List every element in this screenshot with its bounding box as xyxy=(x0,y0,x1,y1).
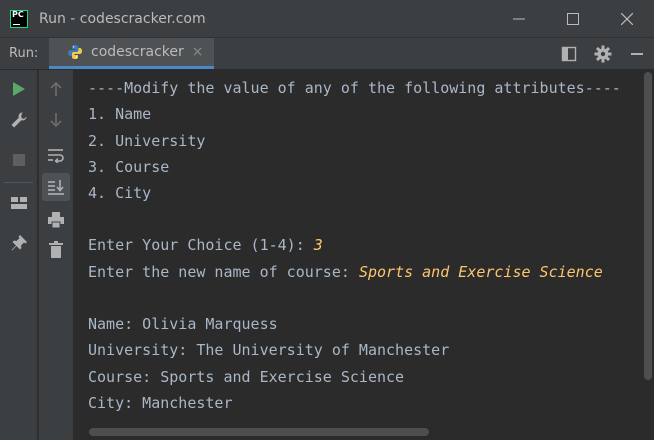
hide-panel-button[interactable] xyxy=(628,45,646,63)
print-icon xyxy=(48,212,64,229)
console-line: 1. Name xyxy=(88,105,152,123)
restore-layout-button[interactable] xyxy=(6,190,32,216)
tab-close-icon[interactable]: × xyxy=(192,44,204,60)
close-window-button[interactable] xyxy=(600,0,654,37)
python-icon xyxy=(68,45,82,59)
scroll-to-end-icon xyxy=(48,180,64,195)
user-input-value: Sports and Exercise Science xyxy=(358,263,603,281)
layout-icon xyxy=(11,197,27,209)
console-output[interactable]: ----Modify the value of any of the follo… xyxy=(73,70,641,440)
run-panel-header: Run: codescracker × xyxy=(0,38,654,70)
run-tab-codescracker[interactable]: codescracker × xyxy=(49,38,214,69)
window-title: Run - codescracker.com xyxy=(39,10,206,27)
edit-config-button[interactable] xyxy=(6,107,32,133)
run-icon xyxy=(13,82,25,96)
scroll-down-button[interactable] xyxy=(43,107,69,133)
console-line: City: Manchester xyxy=(88,394,233,412)
stop-icon xyxy=(13,154,25,166)
minimize-icon xyxy=(631,52,643,55)
run-panel-tools xyxy=(560,38,654,69)
console-line: 3. Course xyxy=(88,158,170,176)
pin-tab-button[interactable] xyxy=(6,230,32,256)
up-arrow-icon xyxy=(50,81,62,96)
user-input-value: 3 xyxy=(313,236,323,254)
print-button[interactable] xyxy=(43,207,69,233)
down-arrow-icon xyxy=(50,113,62,128)
run-left-toolbar xyxy=(0,70,37,440)
console-line: Course: Sports and Exercise Science xyxy=(88,368,405,386)
trash-icon xyxy=(49,241,63,258)
maximize-icon xyxy=(567,12,579,25)
console-toolbar xyxy=(38,70,73,440)
console-line: Name: Olivia Marquess xyxy=(88,315,278,333)
close-icon xyxy=(621,12,633,25)
soft-wrap-button[interactable] xyxy=(43,142,69,168)
window-controls xyxy=(492,0,654,37)
maximize-window-button[interactable] xyxy=(546,0,600,37)
stop-button[interactable] xyxy=(6,147,32,173)
vertical-scroll-thumb[interactable] xyxy=(644,72,652,380)
scroll-up-button[interactable] xyxy=(43,76,69,102)
console-line: ----Modify the value of any of the follo… xyxy=(88,79,621,97)
console-line: Enter Your Choice (1-4): 3 xyxy=(88,236,323,254)
scroll-to-end-button[interactable] xyxy=(42,173,70,201)
minimize-icon xyxy=(513,18,525,19)
pycharm-logo-icon xyxy=(10,9,28,28)
console-line: 2. University xyxy=(88,132,206,150)
console-line: University: The University of Manchester xyxy=(88,341,450,359)
title-bar: Run - codescracker.com xyxy=(0,0,654,38)
wrench-icon xyxy=(11,112,27,128)
run-tab-label: codescracker xyxy=(91,44,184,60)
rerun-button[interactable] xyxy=(6,76,32,102)
settings-button[interactable] xyxy=(594,45,612,63)
layout-icon xyxy=(561,46,577,61)
soft-wrap-icon xyxy=(48,149,64,163)
toolbar-divider xyxy=(4,182,33,183)
layout-toggle-button[interactable] xyxy=(560,45,578,63)
horizontal-scroll-thumb[interactable] xyxy=(89,428,429,436)
pin-icon xyxy=(11,235,27,251)
minimize-window-button[interactable] xyxy=(492,0,546,37)
vertical-scrollbar[interactable] xyxy=(642,70,654,440)
console-line: Enter the new name of course: Sports and… xyxy=(88,263,603,281)
gear-icon xyxy=(594,45,612,62)
console-line: 4. City xyxy=(88,184,152,202)
clear-all-button[interactable] xyxy=(43,237,69,263)
run-label: Run: xyxy=(9,46,39,61)
